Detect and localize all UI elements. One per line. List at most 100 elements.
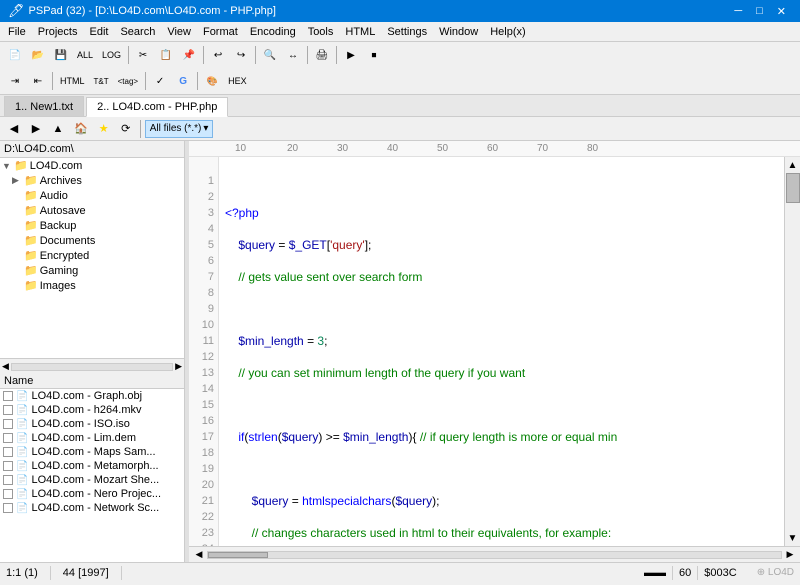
tab-new1[interactable]: 1.. New1.txt [4, 96, 84, 116]
code-scroll-right[interactable]: ▶ [782, 549, 798, 560]
filter-label: All files (*.*) [150, 123, 202, 134]
hscroll-track[interactable] [11, 363, 173, 371]
scroll-down-arrow[interactable]: ▼ [785, 530, 800, 546]
list-item[interactable]: 📄 LO4D.com - ISO.iso [0, 417, 184, 431]
tag-button[interactable]: <tag> [114, 70, 142, 92]
list-item[interactable]: 📄 LO4D.com - Network Sc... [0, 501, 184, 515]
scroll-thumb[interactable] [786, 173, 800, 203]
file-checkbox[interactable] [3, 433, 13, 443]
code-content[interactable]: <?php $query = $_GET['query']; // gets v… [219, 157, 784, 546]
menu-edit[interactable]: Edit [83, 24, 114, 40]
file-checkbox[interactable] [3, 475, 13, 485]
tree-item-images[interactable]: 📁 Images [0, 278, 184, 293]
file-checkbox[interactable] [3, 405, 13, 415]
search-button[interactable]: 🔍 [259, 44, 281, 66]
file-checkbox[interactable] [3, 461, 13, 471]
list-item[interactable]: 📄 LO4D.com - Nero Projec... [0, 487, 184, 501]
menu-file[interactable]: File [2, 24, 32, 40]
back-button[interactable]: ◀ [4, 119, 24, 139]
scroll-left-btn[interactable]: ◀ [2, 361, 9, 372]
open-button[interactable]: 📂 [27, 44, 49, 66]
restore-button[interactable]: □ [750, 3, 769, 20]
list-item[interactable]: 📄 LO4D.com - Mozart She... [0, 473, 184, 487]
list-item[interactable]: 📄 LO4D.com - Metamorph... [0, 459, 184, 473]
save-all-button[interactable]: ALL [73, 44, 97, 66]
save-button[interactable]: 💾 [50, 44, 72, 66]
status-sep-2 [121, 566, 122, 580]
menu-view[interactable]: View [161, 24, 197, 40]
tree-item-encrypted[interactable]: 📁 Encrypted [0, 248, 184, 263]
replace-button[interactable]: ↔ [282, 44, 304, 66]
file-filter-dropdown[interactable]: All files (*.*) ▾ [145, 120, 214, 138]
menu-settings[interactable]: Settings [381, 24, 433, 40]
redo-button[interactable]: ↪ [230, 44, 252, 66]
cut-button[interactable]: ✂ [132, 44, 154, 66]
log-button[interactable]: LOG [98, 44, 125, 66]
list-item[interactable]: 📄 LO4D.com - h264.mkv [0, 403, 184, 417]
indent-button[interactable]: ⇥ [4, 70, 26, 92]
file-checkbox[interactable] [3, 503, 13, 513]
forward-button[interactable]: ▶ [26, 119, 46, 139]
menu-format[interactable]: Format [197, 24, 244, 40]
scroll-right-btn[interactable]: ▶ [175, 361, 182, 372]
file-checkbox[interactable] [3, 447, 13, 457]
format-html-button[interactable]: HTML [56, 70, 89, 92]
menu-window[interactable]: Window [433, 24, 484, 40]
menu-tools[interactable]: Tools [302, 24, 340, 40]
hex-button[interactable]: HEX [224, 70, 251, 92]
list-item[interactable]: 📄 LO4D.com - Graph.obj [0, 389, 184, 403]
tree-item-lo4d[interactable]: ▼ 📁 LO4D.com [0, 158, 184, 173]
minimize-button[interactable]: ─ [728, 3, 748, 20]
print-button[interactable]: 🖨 [311, 44, 333, 66]
up-button[interactable]: ▲ [48, 119, 68, 139]
tree-item-gaming[interactable]: 📁 Gaming [0, 263, 184, 278]
run-button[interactable]: ▶ [340, 44, 362, 66]
file-checkbox[interactable] [3, 419, 13, 429]
tab-php[interactable]: 2.. LO4D.com - PHP.php [86, 97, 228, 117]
tree-item-backup[interactable]: 📁 Backup [0, 218, 184, 233]
home-button[interactable]: 🏠 [70, 119, 92, 139]
name-column-header: Name [4, 375, 33, 387]
tidy-button[interactable]: T&T [90, 70, 113, 92]
file-icon: 📄 [16, 419, 28, 430]
menu-html[interactable]: HTML [339, 24, 381, 40]
vertical-scrollbar[interactable]: ▲ ▼ [784, 157, 800, 546]
unindent-button[interactable]: ⇤ [27, 70, 49, 92]
title-bar-text: PSPad (32) - [D:\LO4D.com\LO4D.com - PHP… [29, 5, 276, 17]
spell-button[interactable]: ✓ [149, 70, 171, 92]
tree-hscroll[interactable]: ◀ ▶ [0, 358, 184, 374]
tree-item-archives[interactable]: ▶ 📁 Archives [0, 173, 184, 188]
folder-icon: 📁 [24, 264, 38, 277]
menu-search[interactable]: Search [114, 24, 161, 40]
scroll-up-arrow[interactable]: ▲ [785, 157, 800, 173]
tree-item-audio[interactable]: 📁 Audio [0, 188, 184, 203]
tree-item-autosave[interactable]: 📁 Autosave [0, 203, 184, 218]
file-checkbox[interactable] [3, 391, 13, 401]
tree-item-documents[interactable]: 📁 Documents [0, 233, 184, 248]
stop-button[interactable]: ⏹ [363, 44, 385, 66]
folder-icon: 📁 [24, 189, 38, 202]
sync-button[interactable]: ⟳ [116, 119, 136, 139]
code-hscroll-thumb[interactable] [208, 552, 268, 558]
menu-help[interactable]: Help(x) [484, 24, 531, 40]
status-col: 60 [679, 567, 691, 579]
close-button[interactable]: ✕ [771, 3, 792, 20]
undo-button[interactable]: ↩ [207, 44, 229, 66]
favorites-button[interactable]: ★ [94, 119, 114, 139]
scroll-track[interactable] [785, 173, 800, 530]
menu-projects[interactable]: Projects [32, 24, 84, 40]
color-button[interactable]: 🎨 [201, 70, 223, 92]
list-item[interactable]: 📄 LO4D.com - Lim.dem [0, 431, 184, 445]
paste-button[interactable]: 📌 [178, 44, 200, 66]
list-item[interactable]: 📄 LO4D.com - Maps Sam... [0, 445, 184, 459]
file-checkbox[interactable] [3, 489, 13, 499]
menu-encoding[interactable]: Encoding [244, 24, 302, 40]
code-scroll-left[interactable]: ◀ [191, 549, 207, 560]
tree-label: Gaming [40, 265, 79, 277]
code-hscroll-track[interactable] [207, 551, 782, 559]
code-hscroll[interactable]: ◀ ▶ [189, 546, 800, 562]
folder-icon: 📁 [14, 159, 28, 172]
google-button[interactable]: G [172, 70, 194, 92]
new-button[interactable]: 📄 [4, 44, 26, 66]
copy-button[interactable]: 📋 [155, 44, 177, 66]
